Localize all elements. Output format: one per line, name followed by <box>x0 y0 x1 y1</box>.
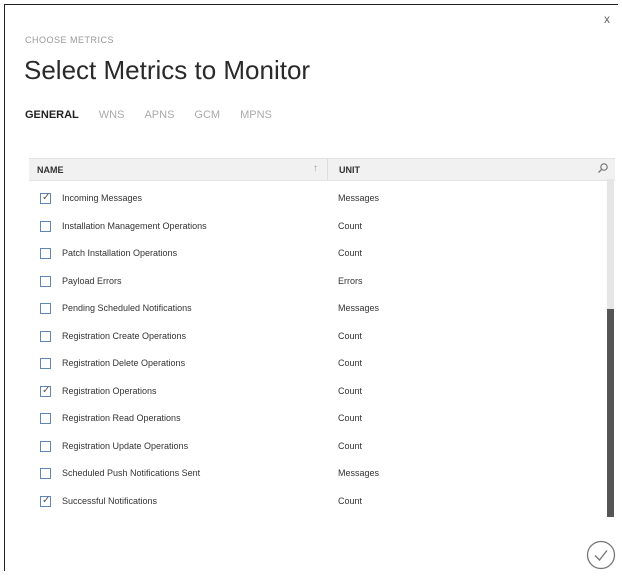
sort-icon[interactable]: ↑ <box>313 163 318 174</box>
metric-name: Patch Installation Operations <box>62 248 178 258</box>
tab-gcm[interactable]: GCM <box>194 109 220 121</box>
metric-unit: Count <box>338 440 363 451</box>
checkbox[interactable] <box>40 303 51 314</box>
metric-unit: Messages <box>338 303 380 313</box>
checkmark-icon <box>586 540 616 570</box>
tab-apns[interactable]: APNS <box>144 109 174 121</box>
metric-unit: Count <box>338 358 363 368</box>
scrollbar[interactable] <box>607 179 614 517</box>
table-row[interactable]: Payload Errors Errors <box>29 271 604 299</box>
dialog-subtitle: CHOOSE METRICS <box>25 35 115 45</box>
table-row[interactable]: Registration Delete Operations Count <box>29 353 604 381</box>
tab-mpns[interactable]: MPNS <box>240 109 272 121</box>
checkbox[interactable] <box>40 248 51 259</box>
checkbox[interactable] <box>40 275 51 287</box>
metric-name: Scheduled Push Notifications Sent <box>62 468 201 478</box>
metric-unit: Errors <box>338 275 363 286</box>
table-row[interactable]: Registration Read Operations Count <box>29 408 604 436</box>
checkbox[interactable] <box>40 358 51 369</box>
metric-unit: Count <box>338 248 363 258</box>
checkbox[interactable] <box>40 220 51 232</box>
metric-name: Pending Scheduled Notifications <box>62 303 192 313</box>
metric-name: Incoming Messages <box>62 193 143 203</box>
table-row[interactable]: Scheduled Push Notifications Sent Messag… <box>29 463 604 491</box>
table-row[interactable]: Patch Installation Operations Count <box>29 243 604 271</box>
metrics-list: Incoming Messages Messages Installation … <box>29 188 604 518</box>
dialog-title: Select Metrics to Monitor <box>24 55 311 85</box>
metric-unit: Messages <box>338 468 380 478</box>
metric-unit: Count <box>338 495 363 506</box>
metric-unit: Count <box>338 220 363 231</box>
metric-unit: Count <box>338 330 363 341</box>
column-divider[interactable] <box>327 159 328 180</box>
search-icon[interactable] <box>597 162 609 176</box>
table-row[interactable]: Registration Create Operations Count <box>29 326 604 354</box>
close-icon[interactable]: x <box>604 13 610 25</box>
column-header-unit[interactable]: UNIT <box>339 165 360 175</box>
tab-wns[interactable]: WNS <box>99 109 125 121</box>
metric-name: Registration Read Operations <box>62 413 181 423</box>
metric-unit: Messages <box>338 193 380 203</box>
metric-unit: Count <box>338 385 363 396</box>
checkbox[interactable] <box>40 413 51 424</box>
metric-name: Successful Notifications <box>62 495 158 506</box>
table-row[interactable]: Pending Scheduled Notifications Messages <box>29 298 604 326</box>
grid-header: NAME ↑ UNIT <box>29 158 615 181</box>
metric-unit: Count <box>338 413 363 423</box>
table-row[interactable]: Registration Update Operations Count <box>29 436 604 464</box>
column-header-name[interactable]: NAME <box>37 165 64 175</box>
metric-name: Registration Create Operations <box>62 330 187 341</box>
table-row[interactable]: Successful Notifications Count <box>29 491 604 519</box>
metric-name: Registration Update Operations <box>62 440 189 451</box>
checkbox[interactable] <box>40 385 51 397</box>
checkbox[interactable] <box>40 192 51 204</box>
ok-checkmark-button[interactable] <box>586 540 616 575</box>
table-row[interactable]: Installation Management Operations Count <box>29 216 604 244</box>
metric-name: Registration Operations <box>62 385 157 396</box>
table-row[interactable]: Incoming Messages Messages <box>29 188 604 216</box>
metric-name: Payload Errors <box>62 275 122 286</box>
scrollbar-thumb[interactable] <box>607 309 614 517</box>
tab-bar: GENERAL WNS APNS GCM MPNS <box>25 109 272 121</box>
checkbox[interactable] <box>40 330 51 342</box>
metric-name: Installation Management Operations <box>62 220 207 231</box>
tab-general[interactable]: GENERAL <box>25 109 79 121</box>
checkbox[interactable] <box>40 468 51 479</box>
metric-name: Registration Delete Operations <box>62 358 186 368</box>
checkbox[interactable] <box>40 495 51 507</box>
table-row[interactable]: Registration Operations Count <box>29 381 604 409</box>
checkbox[interactable] <box>40 440 51 452</box>
choose-metrics-dialog: x CHOOSE METRICS Select Metrics to Monit… <box>4 4 618 571</box>
